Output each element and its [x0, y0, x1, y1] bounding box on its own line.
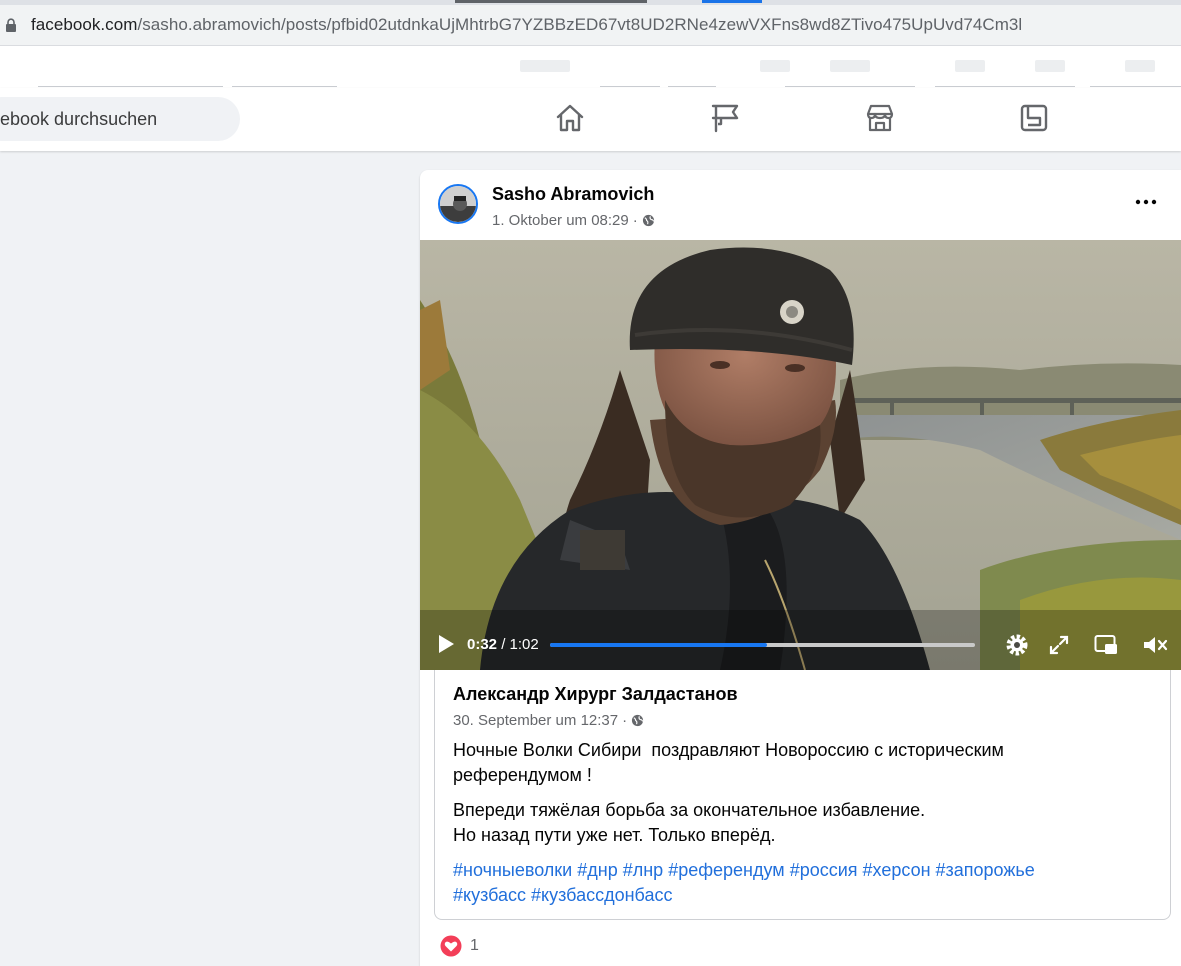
home-icon[interactable] [553, 101, 587, 135]
video-time: 0:32 / 1:02 [467, 636, 539, 653]
url-path: /sasho.abramovich/posts/pfbid02utdnkaUjM… [137, 15, 1023, 34]
avatar-image [440, 186, 476, 222]
bookmark-item[interactable] [955, 60, 985, 72]
divider [935, 86, 1075, 87]
bookmarks-bar [0, 46, 1181, 88]
hashtag-link[interactable]: #ночныеволки [453, 860, 572, 880]
post-card: Sasho Abramovich 1. Oktober um 08:29 · 0… [420, 170, 1181, 966]
text-line: Но назад пути уже нет. Только вперёд. [453, 825, 776, 845]
time-separator: / [497, 636, 510, 653]
post-timestamp[interactable]: 1. Oktober um 08:29 [492, 212, 629, 229]
hashtag-link[interactable]: #россия [790, 860, 858, 880]
gaming-icon[interactable] [1017, 101, 1051, 135]
post-meta: 1. Oktober um 08:29 · [492, 212, 655, 229]
bookmark-item[interactable] [830, 60, 870, 72]
globe-icon[interactable] [631, 714, 644, 727]
meta-separator: · [632, 212, 638, 229]
globe-icon[interactable] [642, 214, 655, 227]
hashtag-link[interactable]: #референдум [668, 860, 785, 880]
hashtag-link[interactable]: #лнр [623, 860, 663, 880]
hashtag-link[interactable]: #херсон [863, 860, 931, 880]
divider [600, 86, 660, 87]
bookmark-item[interactable] [520, 60, 570, 72]
reactions-summary[interactable]: 1 [440, 935, 479, 957]
tab-indicator[interactable] [455, 0, 647, 3]
duration: 1:02 [509, 636, 539, 653]
hashtag-list: #ночныеволки #днр #лнр #референдум #россия #х… [453, 858, 1153, 908]
shared-author[interactable]: Александр Хирург Залдастанов [453, 684, 738, 705]
divider [1090, 86, 1181, 87]
timeline-progress [550, 643, 767, 647]
pages-flag-icon[interactable] [709, 101, 743, 135]
hashtag-link[interactable]: #запорожье [936, 860, 1035, 880]
muted-volume-icon[interactable] [1142, 634, 1168, 656]
bookmark-item[interactable] [760, 60, 790, 72]
shared-meta: 30. September um 12:37 · [453, 712, 644, 729]
shared-post[interactable]: Александр Хирург Залдастанов 30. Septemb… [434, 670, 1171, 920]
divider [668, 86, 716, 87]
search-input[interactable]: ebook durchsuchen [0, 97, 240, 141]
marketplace-icon[interactable] [863, 101, 897, 135]
more-options-icon[interactable] [1133, 192, 1159, 212]
url-text[interactable]: facebook.com/sasho.abramovich/posts/pfbi… [31, 15, 1022, 35]
post-author[interactable]: Sasho Abramovich [492, 184, 654, 205]
bookmark-item[interactable] [1125, 60, 1155, 72]
settings-icon[interactable] [1004, 632, 1030, 658]
text-line: Впереди тяжёлая борьба за окончательное … [453, 800, 926, 820]
bookmark-item[interactable] [1035, 60, 1065, 72]
search-placeholder: ebook durchsuchen [0, 109, 158, 129]
lock-icon[interactable] [4, 18, 18, 32]
active-tab-indicator[interactable] [702, 0, 762, 3]
shared-timestamp[interactable]: 30. September um 12:37 [453, 712, 618, 729]
current-time: 0:32 [467, 636, 498, 653]
play-icon[interactable] [437, 634, 455, 654]
text-line: референдумом ! [453, 765, 592, 785]
address-bar[interactable]: facebook.com/sasho.abramovich/posts/pfbi… [0, 5, 1181, 46]
hashtag-link[interactable]: #кузбасс [453, 885, 526, 905]
hashtag-link[interactable]: #днр [577, 860, 617, 880]
facebook-top-nav: ebook durchsuchen [0, 88, 1181, 151]
video-controls: 0:32 / 1:02 [420, 620, 1181, 670]
post-paragraph-2: Впереди тяжёлая борьба за окончательное … [453, 798, 925, 848]
text-line: Ночные Волки Сибири поздравляют Новоросс… [453, 740, 1004, 760]
hashtag-link[interactable]: #кузбассдонбасс [531, 885, 672, 905]
avatar[interactable] [438, 184, 478, 224]
reaction-count[interactable]: 1 [470, 937, 479, 955]
video-player[interactable]: 0:32 / 1:02 [420, 240, 1181, 670]
divider [785, 86, 915, 87]
picture-in-picture-icon[interactable] [1094, 634, 1118, 656]
divider [232, 86, 337, 87]
meta-separator: · [622, 712, 628, 729]
divider [38, 86, 223, 87]
fullscreen-icon[interactable] [1049, 635, 1069, 655]
url-host: facebook.com [31, 15, 138, 34]
video-timeline[interactable] [550, 643, 975, 647]
video-frame [420, 240, 1181, 670]
love-reaction-icon [440, 935, 462, 957]
post-paragraph-1: Ночные Волки Сибири поздравляют Новоросс… [453, 738, 1004, 788]
